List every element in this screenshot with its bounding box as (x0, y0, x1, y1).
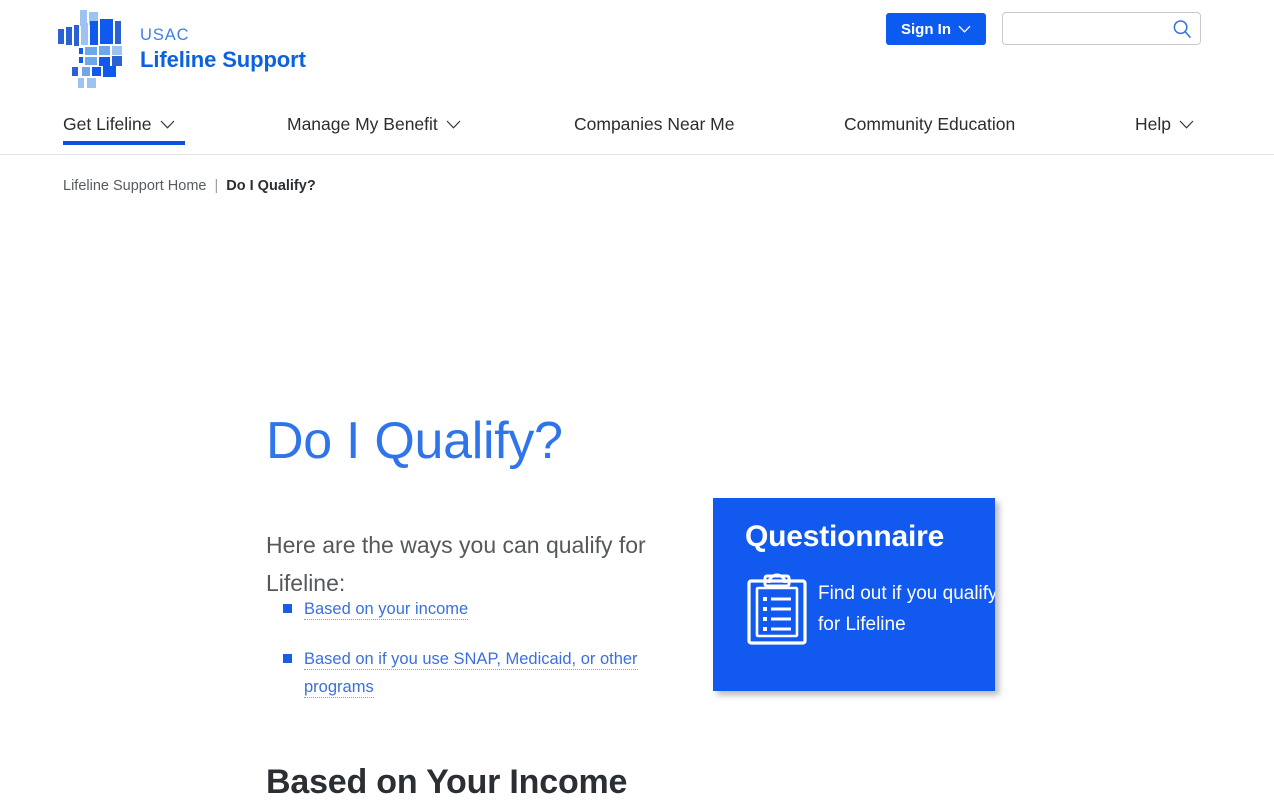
nav-item-label: Community Education (844, 114, 1016, 134)
logo-tile-9 (79, 48, 83, 54)
nav-item-get-lifeline[interactable]: Get Lifeline (63, 114, 175, 135)
logo-tile-2 (58, 29, 64, 44)
nav-item-companies-near-me[interactable]: Companies Near Me (574, 114, 734, 135)
nav-item-manage-my-benefit[interactable]: Manage My Benefit (287, 114, 461, 135)
logo-tile-12 (112, 46, 122, 55)
chevron-down-icon (958, 25, 971, 33)
clipboard-checklist-icon (746, 572, 814, 648)
logo-tile-18 (82, 67, 90, 76)
sign-in-label: Sign In (901, 20, 951, 38)
chevron-down-icon (1179, 120, 1194, 129)
usac-mosaic-logo-icon (58, 10, 128, 88)
breadcrumb-current-page: Do I Qualify? (226, 178, 316, 194)
site-header: USAC Lifeline Support Sign In (0, 0, 1274, 97)
sign-in-button[interactable]: Sign In (886, 13, 986, 45)
qualify-link-0[interactable]: Based on your income (304, 600, 469, 620)
logo-tile-21 (78, 78, 84, 88)
search-box[interactable] (1002, 12, 1201, 45)
nav-item-community-education[interactable]: Community Education (844, 114, 1015, 135)
chevron-down-icon (160, 120, 175, 129)
section-title-based-on-income: Based on Your Income (266, 763, 628, 801)
qualify-links-list: Based on your income Based on if you use … (266, 595, 666, 723)
logo-tile-14 (85, 57, 97, 65)
logo-tile-20 (103, 66, 116, 77)
logo-tile-19 (92, 67, 101, 76)
logo-tile-15 (99, 57, 110, 66)
main-navigation: Get Lifeline Manage My Benefit Companies N… (0, 97, 1274, 155)
search-icon[interactable] (1172, 19, 1192, 39)
breadcrumb-separator: | (214, 178, 219, 194)
qualify-link-1[interactable]: Based on if you use SNAP, Medicaid, or o… (304, 650, 638, 698)
nav-item-label: Companies Near Me (574, 114, 735, 134)
logo-tile-7 (100, 19, 113, 44)
questionnaire-card-title: Questionnaire (745, 520, 945, 553)
list-item: Based on your income (266, 595, 666, 623)
questionnaire-card-subtitle: Find out if you qualify for Lifeline (818, 583, 995, 635)
brand-org-name: USAC (140, 26, 190, 45)
page-title: Do I Qualify? (266, 412, 563, 470)
breadcrumb: Lifeline Support Home | Do I Qualify? (63, 178, 316, 194)
logo-tile-8 (115, 21, 121, 44)
chevron-down-icon (446, 120, 461, 129)
logo-tile-11 (99, 46, 110, 55)
logo-tile-3 (66, 27, 72, 45)
logo-tile-6 (90, 21, 98, 45)
list-item: Based on if you use SNAP, Medicaid, or o… (266, 645, 666, 701)
breadcrumb-home-link[interactable]: Lifeline Support Home (63, 178, 206, 194)
questionnaire-card[interactable]: Questionnaire Find out if you qualify fo… (713, 498, 995, 691)
logo-tile-17 (72, 67, 78, 76)
logo-tile-22 (87, 78, 96, 88)
nav-item-label: Get Lifeline (63, 114, 152, 134)
brand-text: USAC Lifeline Support (140, 27, 306, 71)
logo-tile-13 (79, 57, 83, 63)
logo-tile-4 (74, 25, 79, 46)
logo-tile-16 (112, 56, 122, 66)
nav-item-label: Help (1135, 114, 1171, 134)
active-nav-indicator (63, 141, 185, 145)
nav-item-label: Manage My Benefit (287, 114, 438, 134)
page-lead-text: Here are the ways you can qualify for Li… (266, 532, 646, 596)
logo-tile-10 (85, 47, 97, 55)
brand-product-name: Lifeline Support (140, 46, 306, 72)
search-input[interactable] (1003, 13, 1171, 44)
nav-item-help[interactable]: Help (1135, 114, 1194, 135)
logo-tile-5 (81, 23, 88, 45)
site-logo[interactable]: USAC Lifeline Support (58, 10, 306, 88)
